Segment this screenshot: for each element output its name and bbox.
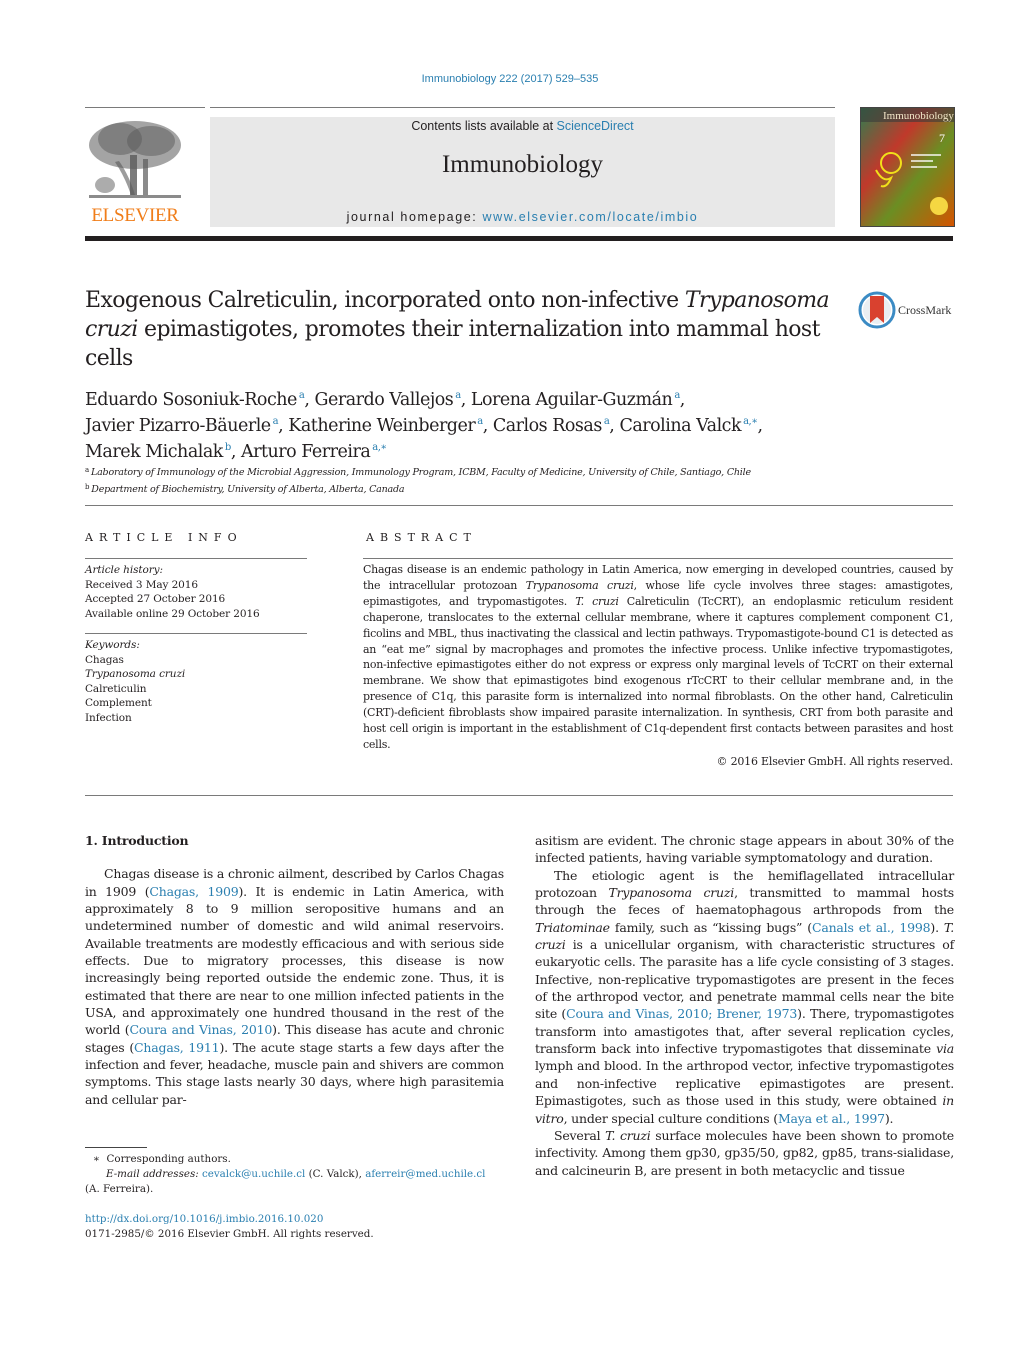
keywords-label: Keywords: (85, 639, 140, 651)
author[interactable]: Javier Pizarro-Bäuerle a (85, 416, 279, 436)
divider (85, 558, 307, 559)
author-list: Eduardo Sosoniuk-Roche a, Gerardo Vallejo… (85, 390, 763, 462)
author[interactable]: Arturo Ferreira a,∗ (241, 442, 387, 462)
crossmark-button[interactable]: CrossMark (858, 290, 958, 330)
divider (363, 558, 953, 559)
contents-prefix: Contents lists available at (411, 119, 557, 133)
journal-name: Immunobiology (441, 151, 604, 178)
keyword: Calreticulin (85, 682, 147, 695)
cover-title: Immunobiology (883, 110, 954, 122)
reference-link[interactable]: Chagas, 1909 (149, 884, 238, 899)
author[interactable]: Marek Michalak b (85, 442, 231, 462)
reference-link[interactable]: Maya et al., 1997 (778, 1111, 885, 1126)
issn-copyright: 0171-2985/© 2016 Elsevier GmbH. All righ… (85, 1227, 374, 1240)
elsevier-logo[interactable]: ELSEVIER (85, 117, 185, 227)
author[interactable]: Katherine Weinberger a (288, 416, 483, 436)
keyword: Chagas (85, 653, 124, 666)
reference-link[interactable]: Coura and Vinas, 2010; Brener, 1973 (566, 1006, 797, 1021)
email-link[interactable]: cevalck@u.uchile.cl (202, 1168, 305, 1180)
affiliation-a: a Laboratory of Immunology of the Microbi… (85, 466, 751, 478)
divider (85, 633, 307, 634)
abstract-text: Chagas disease is an endemic pathology i… (363, 563, 954, 751)
accepted-date: Accepted 27 October 2016 (85, 593, 226, 606)
paragraph: Several T. cruzi surface molecules have … (535, 1127, 954, 1178)
homepage-link[interactable]: www.elsevier.com/locate/imbio (482, 210, 698, 224)
affiliations: a Laboratory of Immunology of the Microbi… (85, 463, 885, 497)
divider (85, 795, 953, 796)
email-link[interactable]: aferreir@med.uchile.cl (365, 1168, 485, 1180)
doi-link[interactable]: http://dx.doi.org/10.1016/j.imbio.2016.1… (85, 1212, 504, 1227)
keyword: Complement (85, 697, 152, 710)
homepage-label: journal homepage: (346, 210, 483, 224)
article-title: Exogenous Calreticulin, incorporated ont… (85, 288, 830, 371)
abstract-copyright: © 2016 Elsevier GmbH. All rights reserve… (716, 755, 953, 768)
body-column-right: asitism are evident. The chronic stage a… (535, 832, 954, 1179)
online-date: Available online 29 October 2016 (85, 607, 260, 620)
article-history: Article history: Received 3 May 2016 Acc… (85, 563, 315, 621)
author[interactable]: Carlos Rosas a (493, 416, 610, 436)
crossmark-label: CrossMark (898, 303, 952, 317)
journal-cover-image[interactable]: Immunobiology 7 (860, 107, 955, 227)
sciencedirect-link[interactable]: ScienceDirect (557, 119, 634, 133)
elsevier-wordmark: ELSEVIER (91, 205, 179, 226)
email-label: E-mail addresses: (106, 1167, 199, 1180)
elsevier-tree-icon (89, 121, 181, 198)
doi-block: http://dx.doi.org/10.1016/j.imbio.2016.1… (85, 1212, 504, 1242)
contents-line: Contents lists available at ScienceDirec… (210, 119, 835, 133)
footnote-marker: ∗ (93, 1153, 100, 1165)
divider (85, 505, 953, 506)
crossmark-icon (858, 291, 896, 329)
author[interactable]: Carolina Valck a,∗ (619, 416, 758, 436)
divider (210, 107, 835, 108)
keywords: Keywords: Chagas Trypanosoma cruzi Calre… (85, 638, 315, 726)
keyword: Infection (85, 711, 132, 724)
divider (85, 107, 205, 108)
reference-link[interactable]: Canals et al., 1998 (812, 920, 931, 935)
section-heading: 1. Introduction (85, 833, 189, 848)
reference-link[interactable]: Coura and Vinas, 2010 (129, 1022, 272, 1037)
journal-cover-icon: Immunobiology 7 (861, 108, 954, 226)
history-label: Article history: (85, 564, 163, 576)
affiliation-b: b Department of Biochemistry, University … (85, 483, 405, 495)
reference-link[interactable]: Chagas, 1911 (134, 1040, 220, 1055)
paragraph-continued: asitism are evident. The chronic stage a… (535, 833, 954, 866)
cover-issue: 7 (939, 131, 945, 145)
header-rule (85, 236, 953, 241)
paragraph: The etiologic agent is the hemiflagellat… (535, 867, 954, 1126)
paragraph: Chagas disease is a chronic ailment, des… (85, 866, 505, 1107)
journal-banner: Contents lists available at ScienceDirec… (210, 117, 835, 227)
received-date: Received 3 May 2016 (85, 578, 198, 591)
abstract-heading: ABSTRACT (366, 531, 477, 544)
author[interactable]: Lorena Aguilar-Guzmán a (471, 390, 680, 410)
author[interactable]: Gerardo Vallejos a (315, 390, 462, 410)
journal-citation[interactable]: Immunobiology 222 (2017) 529–535 (0, 73, 1020, 85)
article-info-heading: ARTICLE INFO (85, 531, 243, 544)
journal-homepage: journal homepage: www.elsevier.com/locat… (210, 210, 835, 224)
keyword: Trypanosoma cruzi (85, 668, 186, 681)
corresponding-label: Corresponding authors. (106, 1153, 231, 1165)
footnote-rule (85, 1147, 147, 1148)
footnote: ∗ Corresponding authors. E-mail addresse… (85, 1153, 486, 1195)
body-column-left: 1. Introduction Chagas disease is a chro… (85, 832, 504, 1108)
author[interactable]: Eduardo Sosoniuk-Roche a (85, 390, 305, 410)
